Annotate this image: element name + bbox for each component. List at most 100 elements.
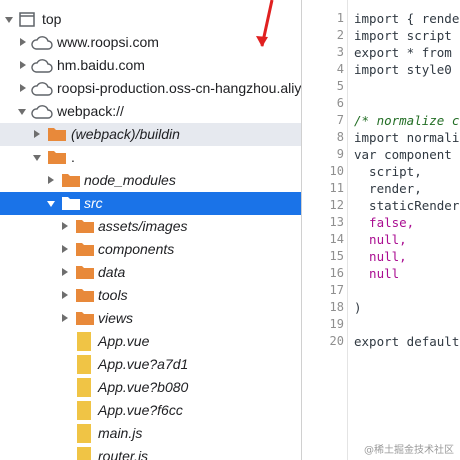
collapse-arrow-icon[interactable] (62, 314, 68, 322)
code-line: script, (354, 164, 422, 179)
line-number: 18 (329, 300, 344, 314)
tree-item-file[interactable]: App.vue?b080 (0, 376, 301, 399)
tree-item-folder[interactable]: . (0, 146, 301, 169)
tree-item-file[interactable]: router.js (0, 445, 301, 460)
collapse-arrow-icon[interactable] (20, 84, 26, 92)
tree-item-label: main.js (98, 425, 143, 441)
tree-item-folder[interactable]: node_modules (0, 169, 301, 192)
code-line: export * from (354, 45, 452, 60)
tree-item-file[interactable]: App.vue?f6cc (0, 399, 301, 422)
tree-item-label: (webpack)/buildin (71, 126, 180, 142)
tree-item-label: data (98, 264, 126, 280)
tree-item-label: router.js (98, 448, 149, 460)
line-number: 3 (336, 45, 344, 59)
collapse-arrow-icon[interactable] (20, 61, 26, 69)
line-number: 16 (329, 266, 344, 280)
tree-item-label: views (98, 310, 134, 326)
tree-item-label: App.vue?a7d1 (98, 356, 189, 372)
cloud-icon (31, 36, 53, 53)
code-line: import { rende (354, 11, 460, 26)
folder-icon (62, 173, 80, 190)
cloud-icon (31, 105, 53, 122)
expand-arrow-icon[interactable] (5, 17, 13, 23)
file-icon (77, 401, 91, 423)
tree-item-file[interactable]: App.vue (0, 330, 301, 353)
tree-item-folder[interactable]: assets/images (0, 215, 301, 238)
code-line: null (354, 266, 400, 281)
tree-item-label: src (84, 195, 103, 211)
code-editor[interactable]: 1 2 3 4 5 6 7 8 9 10 11 12 13 14 15 16 1… (302, 0, 460, 460)
line-number: 4 (336, 62, 344, 76)
code-line: ) (354, 300, 362, 315)
collapse-arrow-icon[interactable] (62, 222, 68, 230)
collapse-arrow-icon[interactable] (34, 130, 40, 138)
collapse-arrow-icon[interactable] (20, 38, 26, 46)
frame-icon (19, 12, 35, 30)
tree-item-folder[interactable]: views (0, 307, 301, 330)
tree-item-label: components (98, 241, 175, 257)
sources-tree: top www.roopsi.com hm.baidu.com roopsi-p… (0, 0, 301, 460)
line-number: 5 (336, 79, 344, 93)
cloud-icon (31, 82, 53, 99)
tree-item-label: App.vue?b080 (98, 379, 189, 395)
tree-item-label: hm.baidu.com (57, 57, 145, 73)
code-line: false, (354, 215, 415, 230)
code-line: render, (354, 181, 422, 196)
tree-item-label: www.roopsi.com (57, 34, 159, 50)
collapse-arrow-icon[interactable] (62, 268, 68, 276)
line-number: 20 (329, 334, 344, 348)
tree-item-origin[interactable]: hm.baidu.com (0, 54, 301, 77)
expand-arrow-icon[interactable] (47, 201, 55, 207)
tree-item-folder[interactable]: (webpack)/buildin (0, 123, 301, 146)
expand-arrow-icon[interactable] (33, 155, 41, 161)
file-icon (77, 424, 91, 446)
tree-item-label: . (71, 149, 75, 165)
tree-item-label: tools (98, 287, 128, 303)
code-line: var component (354, 147, 452, 162)
line-number: 19 (329, 317, 344, 331)
tree-item-label: node_modules (84, 172, 176, 188)
tree-item-folder-selected[interactable]: src (0, 192, 301, 215)
tree-item-folder[interactable]: components (0, 238, 301, 261)
collapse-arrow-icon[interactable] (48, 176, 54, 184)
code-line: null, (354, 232, 407, 247)
line-number-gutter: 1 2 3 4 5 6 7 8 9 10 11 12 13 14 15 16 1… (302, 0, 348, 460)
tree-item-webpack[interactable]: webpack:// (0, 100, 301, 123)
tree-item-label: roopsi-production.oss-cn-hangzhou.aliy (57, 80, 301, 96)
tree-item-label: App.vue (98, 333, 150, 349)
tree-item-file[interactable]: App.vue?a7d1 (0, 353, 301, 376)
file-icon (77, 447, 91, 460)
code-line: import script (354, 28, 452, 43)
line-number: 17 (329, 283, 344, 297)
line-number: 6 (336, 96, 344, 110)
folder-icon (76, 311, 94, 328)
code-line: staticRender (354, 198, 460, 213)
line-number: 7 (336, 113, 344, 127)
code-line: import style0 (354, 62, 452, 77)
cloud-icon (31, 59, 53, 76)
folder-icon (48, 127, 66, 144)
folder-icon (48, 150, 66, 167)
tree-item-file[interactable]: main.js (0, 422, 301, 445)
collapse-arrow-icon[interactable] (62, 291, 68, 299)
collapse-arrow-icon[interactable] (62, 245, 68, 253)
tree-item-origin[interactable]: roopsi-production.oss-cn-hangzhou.aliy (0, 77, 301, 100)
code-line: import normali (354, 130, 460, 145)
line-number: 15 (329, 249, 344, 263)
code-line: export default (354, 334, 460, 349)
tree-item-folder[interactable]: data (0, 261, 301, 284)
code-line: null, (354, 249, 407, 264)
file-icon (77, 378, 91, 400)
annotation-arrow-icon (256, 0, 274, 47)
tree-item-label: App.vue?f6cc (98, 402, 183, 418)
line-number: 2 (336, 28, 344, 42)
line-number: 13 (329, 215, 344, 229)
line-number: 8 (336, 130, 344, 144)
folder-icon (76, 242, 94, 259)
tree-item-label: assets/images (98, 218, 188, 234)
expand-arrow-icon[interactable] (18, 109, 26, 115)
tree-item-folder[interactable]: tools (0, 284, 301, 307)
folder-icon (62, 196, 80, 213)
line-number: 14 (329, 232, 344, 246)
code-line-comment: /* normalize c (354, 113, 460, 128)
